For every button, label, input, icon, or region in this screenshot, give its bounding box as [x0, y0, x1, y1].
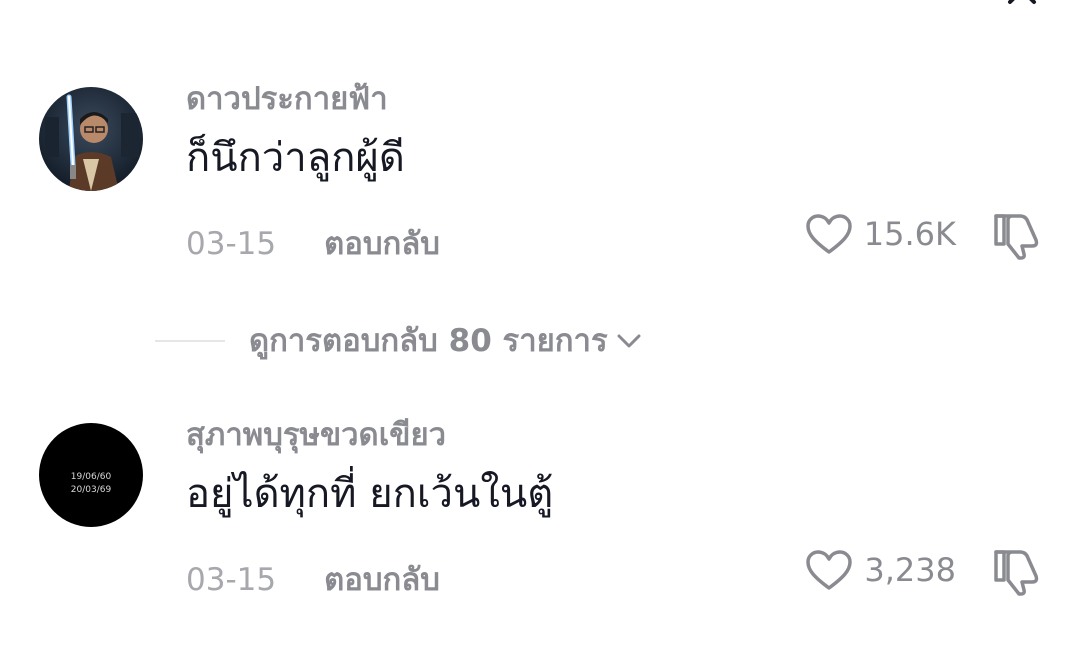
user-avatar-lightsaber-icon: [39, 87, 143, 191]
close-icon[interactable]: [1004, 0, 1040, 8]
comment-text: อยู่ได้ทุกที่ ยกเว้นในตู้: [186, 471, 554, 517]
avatar-date-line-1: 19/06/60: [71, 472, 112, 482]
dislike-icon[interactable]: [990, 210, 1042, 260]
comments-count-title: 276 ความคิดเห็น: [0, 0, 1080, 8]
reply-button[interactable]: ตอบกลับ: [324, 220, 440, 268]
comment-meta: 03-15 ตอบกลับ: [186, 556, 440, 604]
comment-date: 03-15: [186, 562, 277, 598]
view-replies-label: ดูการตอบกลับ 80 รายการ: [249, 323, 608, 359]
heart-icon: [806, 214, 852, 254]
like-button[interactable]: 15.6K: [804, 208, 956, 260]
avatar[interactable]: 19/06/60 20/03/69: [39, 423, 143, 527]
like-count: 15.6K: [863, 215, 956, 253]
like-button[interactable]: 3,238: [804, 544, 956, 596]
comment-username[interactable]: สุภาพบุรุษขวดเขียว: [186, 416, 446, 454]
user-avatar-dates-icon: 19/06/60 20/03/69: [39, 423, 143, 527]
avatar[interactable]: [39, 87, 143, 191]
divider: [155, 340, 225, 342]
avatar-date-line-2: 20/03/69: [71, 485, 112, 495]
comment-date: 03-15: [186, 226, 277, 262]
comment-text: ก็นึกว่าลูกผู้ดี: [186, 135, 405, 181]
comments-header: 276 ความคิดเห็น: [0, 0, 1080, 8]
comment-username[interactable]: ดาวประกายฟ้า: [186, 80, 388, 118]
dislike-icon[interactable]: [990, 546, 1042, 596]
comment-meta: 03-15 ตอบกลับ: [186, 220, 440, 268]
like-count: 3,238: [864, 551, 956, 589]
heart-icon: [806, 550, 853, 590]
chevron-down-icon: [617, 334, 641, 348]
reply-button[interactable]: ตอบกลับ: [324, 556, 440, 604]
view-replies-button[interactable]: ดูการตอบกลับ 80 รายการ: [155, 318, 642, 364]
